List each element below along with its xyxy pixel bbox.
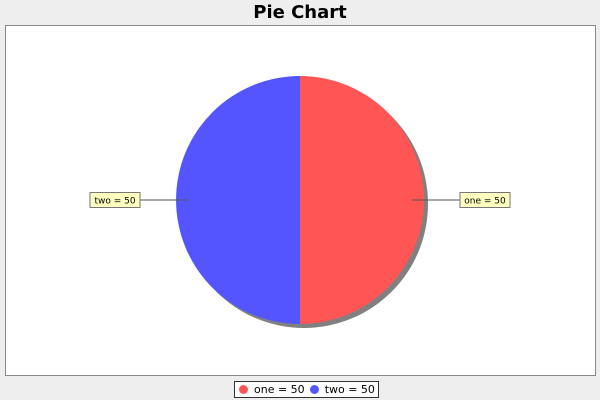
pie-slice-two[interactable] [176,76,300,324]
legend-item-two: two = 50 [309,383,375,396]
chart-title: Pie Chart [253,2,347,23]
legend-label-one: one = 50 [254,383,305,396]
legend-label-two: two = 50 [324,383,375,396]
pie-slice-one[interactable] [300,76,424,324]
pie-chart: one = 50 two = 50 [89,76,511,328]
slice-label-text-one: one = 50 [464,197,506,207]
plot-area: one = 50 two = 50 [5,25,596,376]
legend-item-one: one = 50 [239,383,305,396]
slice-label-text-two: two = 50 [94,197,135,207]
legend-swatch-one [239,385,248,394]
slice-label-two: two = 50 [89,192,141,208]
slice-label-one: one = 50 [459,192,511,208]
legend: one = 50 two = 50 [234,381,379,398]
legend-swatch-two [309,385,319,394]
